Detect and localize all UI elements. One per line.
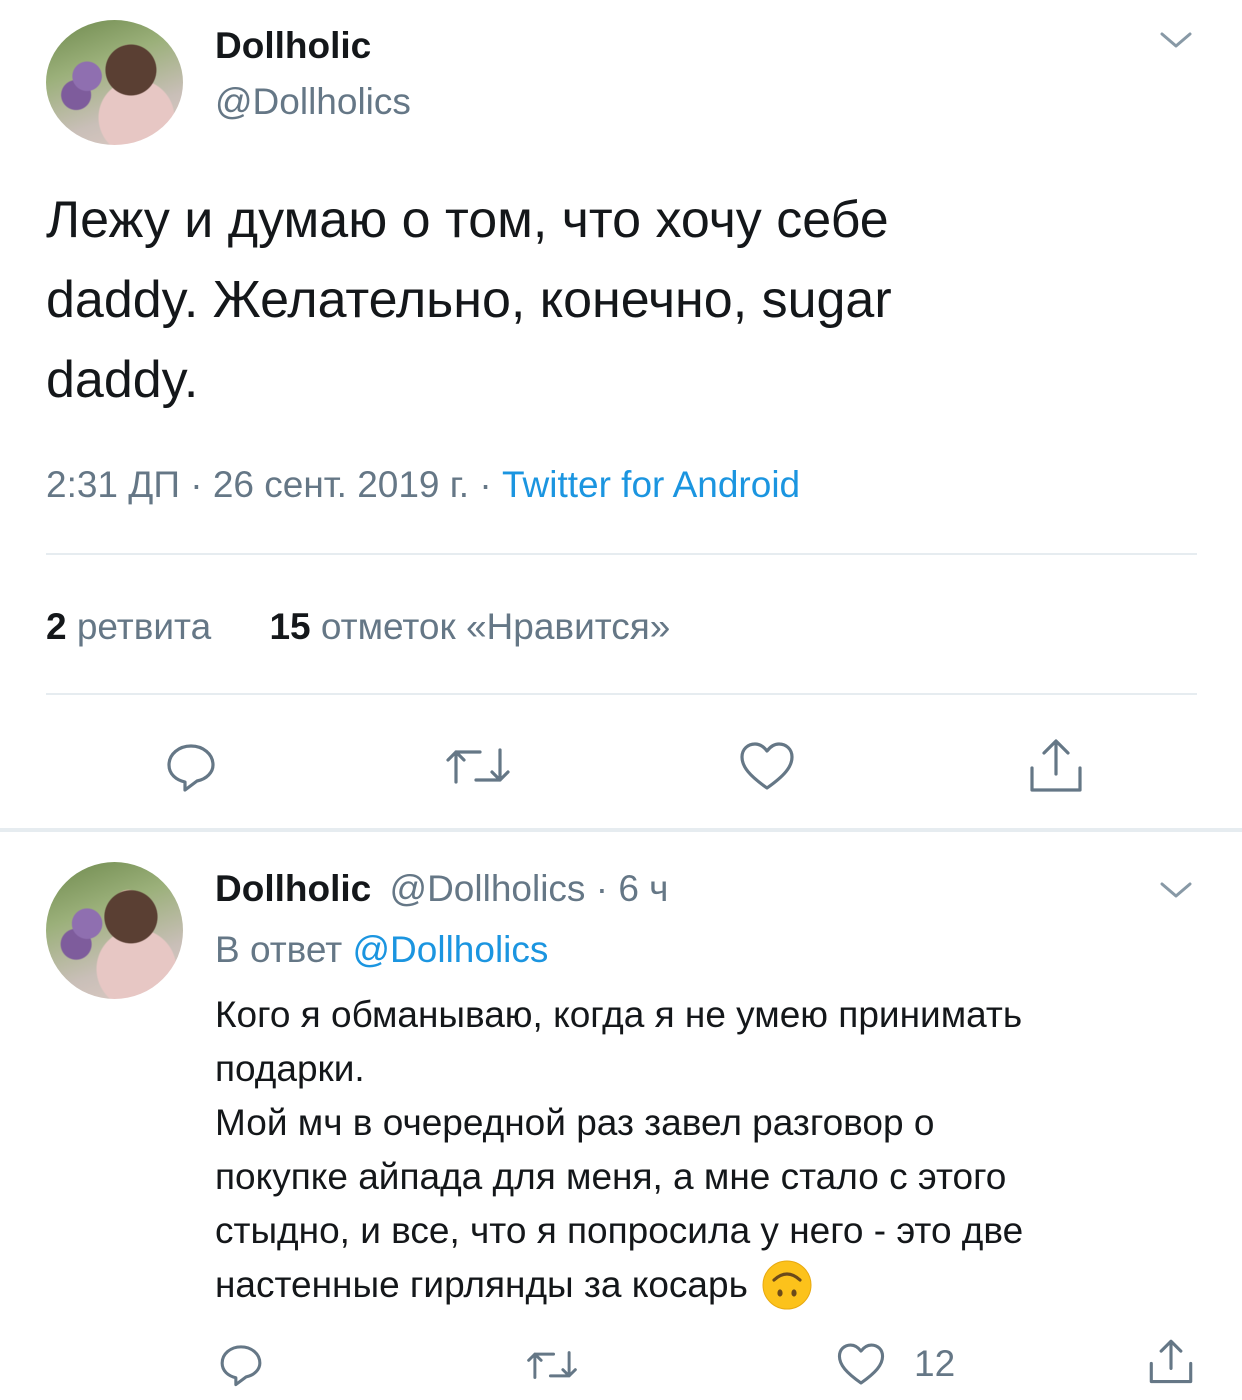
- tweet-source[interactable]: Twitter for Android: [502, 464, 800, 505]
- chevron-down-icon[interactable]: [1158, 878, 1194, 902]
- share-icon[interactable]: [1148, 1336, 1194, 1386]
- avatar[interactable]: [46, 862, 183, 999]
- tweet-text-line: Мой мч в очередной раз завел разговор о: [215, 1102, 935, 1143]
- tweet-text-line-last: настенные гирлянды за косарь: [215, 1258, 1023, 1312]
- tweet-text-line: Лежу и думаю о том, что хочу себе: [46, 191, 889, 249]
- retweet-icon[interactable]: [524, 1344, 580, 1386]
- meta-separator: ·: [479, 464, 502, 505]
- divider: [46, 553, 1197, 555]
- share-icon[interactable]: [1028, 736, 1084, 794]
- reply-icon[interactable]: [163, 738, 219, 794]
- reply-header: Dollholic @Dollholics · 6 ч: [215, 866, 668, 912]
- retweet-icon[interactable]: [442, 740, 514, 792]
- reply-context: В ответ @Dollholics: [215, 927, 548, 973]
- meta-separator: ·: [190, 464, 213, 505]
- like-action[interactable]: 12: [836, 1340, 955, 1388]
- tweet-text-line: покупке айпада для меня, а мне стало с э…: [215, 1156, 1007, 1197]
- tweet-date[interactable]: 26 сент. 2019 г.: [213, 464, 469, 505]
- author-name[interactable]: Dollholic: [215, 868, 371, 909]
- tweet-text-line: стыдно, и все, что я попросила у него - …: [215, 1210, 1024, 1251]
- retweet-stat[interactable]: 2 ретвита: [46, 606, 221, 647]
- heart-icon[interactable]: [738, 740, 796, 792]
- divider: [46, 693, 1197, 695]
- like-count: 15: [269, 606, 311, 647]
- tweet-text-line: Кого я обманываю, когда я не умею приним…: [215, 994, 1023, 1035]
- section-divider: [0, 828, 1242, 832]
- tweet-text-line: настенные гирлянды за косарь: [215, 1264, 748, 1305]
- tweet-stats: 2 ретвита 15 отметок «Нравится»: [46, 604, 670, 650]
- like-label: отметок «Нравится»: [320, 606, 671, 647]
- author-handle[interactable]: @Dollholics: [390, 868, 586, 909]
- tweet-text-line: daddy.: [46, 351, 199, 409]
- avatar[interactable]: [46, 20, 183, 145]
- tweet-text: Лежу и думаю о том, что хочу себе daddy.…: [46, 180, 892, 420]
- tweet-age[interactable]: 6 ч: [618, 868, 668, 909]
- meta-separator: ·: [595, 868, 619, 909]
- tweet-text-line: подарки.: [215, 1048, 365, 1089]
- retweet-label: ретвита: [76, 606, 212, 647]
- tweet-meta: 2:31 ДП · 26 сент. 2019 г. · Twitter for…: [46, 462, 800, 508]
- tweet-time[interactable]: 2:31 ДП: [46, 464, 180, 505]
- chevron-down-icon[interactable]: [1158, 28, 1194, 52]
- tweet-text: Кого я обманываю, когда я не умею приним…: [215, 988, 1023, 1312]
- upside-down-face-emoji: [762, 1260, 812, 1310]
- tweet-text-line: daddy. Желательно, конечно, sugar: [46, 271, 892, 329]
- like-count: 12: [914, 1343, 956, 1384]
- reply-prefix: В ответ: [215, 929, 343, 970]
- retweet-count: 2: [46, 606, 67, 647]
- heart-icon: [836, 1341, 886, 1387]
- author-name[interactable]: Dollholic: [215, 24, 371, 68]
- reply-to-link[interactable]: @Dollholics: [353, 929, 549, 970]
- reply-icon[interactable]: [217, 1340, 265, 1388]
- author-handle[interactable]: @Dollholics: [215, 80, 411, 124]
- like-stat[interactable]: 15 отметок «Нравится»: [269, 606, 670, 647]
